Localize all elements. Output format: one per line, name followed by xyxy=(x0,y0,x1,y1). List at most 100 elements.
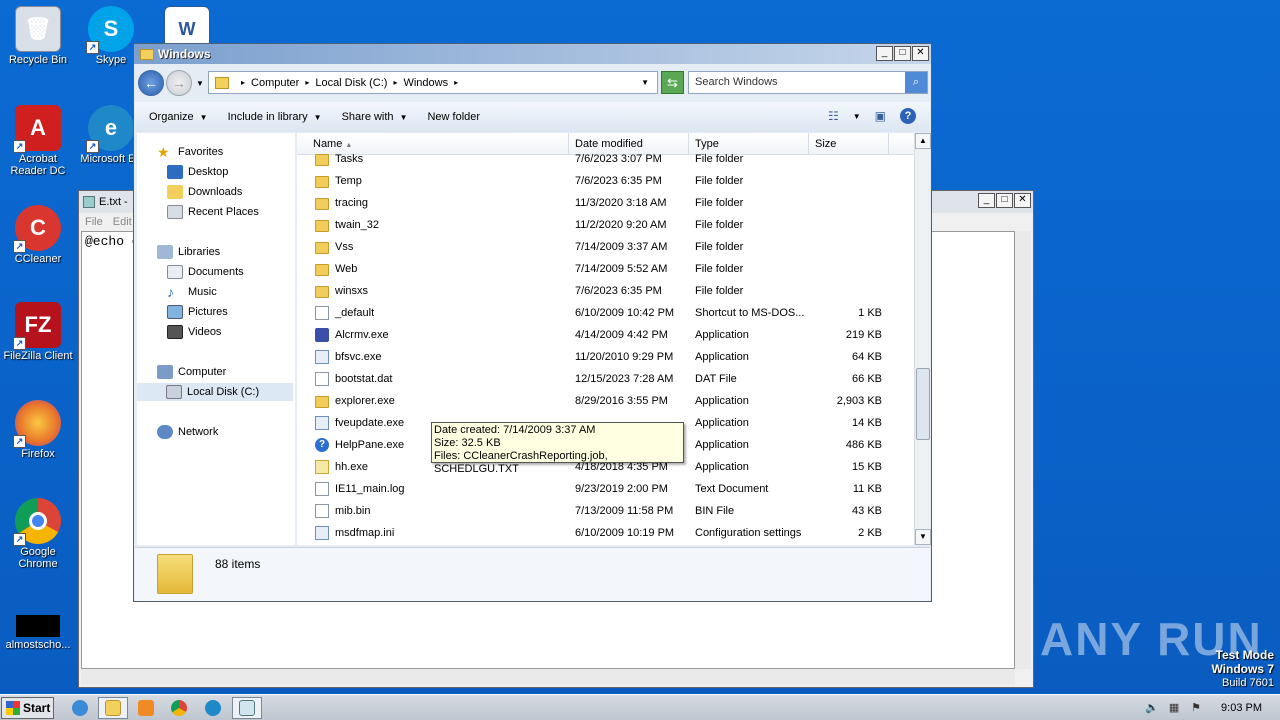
file-name: bootstat.dat xyxy=(335,373,393,385)
file-row[interactable]: Web 7/14/2009 5:52 AM File folder xyxy=(297,259,914,281)
nav-local-disk[interactable]: Local Disk (C:) xyxy=(137,383,293,401)
forward-button[interactable]: → xyxy=(166,70,192,96)
desktop-icon-almostscho[interactable]: almostscho... xyxy=(0,615,76,651)
view-dropdown-icon[interactable]: ▼ xyxy=(853,112,861,121)
refresh-button[interactable]: ⇆ xyxy=(661,71,684,94)
file-row[interactable]: tracing 11/3/2020 3:18 AM File folder xyxy=(297,193,914,215)
file-row[interactable]: winsxs 7/6/2023 6:35 PM File folder xyxy=(297,281,914,303)
scroll-down-button[interactable]: ▼ xyxy=(915,529,931,545)
folder-icon xyxy=(315,220,329,232)
help-icon[interactable]: ? xyxy=(900,108,916,124)
file-row[interactable]: IE11_main.log 9/23/2019 2:00 PM Text Docum… xyxy=(297,479,914,501)
volume-icon[interactable]: 🔈 xyxy=(1145,701,1159,715)
media-player-icon xyxy=(138,700,154,716)
taskbar-explorer[interactable] xyxy=(98,697,128,719)
file-row[interactable]: msdfmap.ini 6/10/2009 10:19 PM Configurati… xyxy=(297,523,914,545)
taskbar-chrome[interactable] xyxy=(164,697,194,719)
file-name: fveupdate.exe xyxy=(335,417,405,429)
nav-videos[interactable]: Videos xyxy=(167,323,221,341)
nav-downloads[interactable]: Downloads xyxy=(167,183,242,201)
nav-network[interactable]: Network xyxy=(157,423,218,441)
maximize-button[interactable]: □ xyxy=(894,46,911,61)
search-icon[interactable]: ⌕ xyxy=(905,72,927,93)
action-center-flag-icon[interactable]: ⚑ xyxy=(1189,701,1203,715)
close-button[interactable]: ✕ xyxy=(1014,193,1031,208)
explorer-window[interactable]: Windows _ □ ✕ ← → ▼ ▸ Computer ▸ Local D… xyxy=(133,43,932,602)
menu-edit[interactable]: Edit xyxy=(113,216,132,228)
new-folder-button[interactable]: New folder xyxy=(427,111,480,123)
desktop-icon-acrobat[interactable]: A ↗ Acrobat Reader DC xyxy=(0,105,76,177)
breadcrumb-windows[interactable]: Windows xyxy=(403,77,448,89)
history-dropdown-icon[interactable]: ▼ xyxy=(196,79,204,88)
desktop-icon-recycle-bin[interactable]: 🗑 Recycle Bin xyxy=(0,6,76,66)
minimize-button[interactable]: _ xyxy=(978,193,995,208)
window-title: Windows xyxy=(158,47,211,61)
taskbar-notepad[interactable] xyxy=(232,697,262,719)
close-button[interactable]: ✕ xyxy=(912,46,929,61)
explorer-titlebar[interactable]: Windows xyxy=(134,44,931,64)
file-list-scrollbar[interactable]: ▲ ▼ xyxy=(914,133,931,545)
preview-pane-icon[interactable]: ▣ xyxy=(875,109,886,123)
scroll-up-button[interactable]: ▲ xyxy=(915,133,931,149)
share-with-button[interactable]: Share with ▼ xyxy=(342,111,408,123)
notepad-vertical-scrollbar[interactable] xyxy=(1015,231,1031,669)
minimize-button[interactable]: _ xyxy=(876,46,893,61)
file-row[interactable]: bfsvc.exe 11/20/2010 9:29 PM Application 64… xyxy=(297,347,914,369)
network-tray-icon[interactable]: ▦ xyxy=(1167,701,1181,715)
address-dropdown-icon[interactable]: ▼ xyxy=(641,78,649,87)
file-icon xyxy=(315,416,329,430)
breadcrumb-local-disk[interactable]: Local Disk (C:) xyxy=(315,77,387,89)
address-bar[interactable]: ▸ Computer ▸ Local Disk (C:) ▸ Windows ▸… xyxy=(208,71,658,94)
scroll-thumb[interactable] xyxy=(916,368,930,440)
file-list[interactable]: Name ▲ Date modified Type Size Tasks 7/6/… xyxy=(297,133,914,545)
star-icon: ★ xyxy=(157,144,170,160)
breadcrumb-computer[interactable]: Computer xyxy=(251,77,299,89)
view-options-icon[interactable]: ☷ xyxy=(828,109,839,123)
nav-computer[interactable]: Computer xyxy=(157,363,226,381)
maximize-button[interactable]: □ xyxy=(996,193,1013,208)
taskbar-edge[interactable] xyxy=(198,697,228,719)
start-button[interactable]: Start xyxy=(1,697,54,719)
explorer-window-controls: _ □ ✕ xyxy=(876,46,929,61)
clock[interactable]: 9:03 PM xyxy=(1221,702,1262,714)
desktop-icon-firefox[interactable]: ↗ Firefox xyxy=(0,400,76,460)
file-row[interactable]: _default 6/10/2009 10:42 PM Shortcut to MS… xyxy=(297,303,914,325)
nav-documents[interactable]: Documents xyxy=(167,263,244,281)
back-button[interactable]: ← xyxy=(138,70,164,96)
file-row[interactable]: twain_32 11/2/2020 9:20 AM File folder xyxy=(297,215,914,237)
file-row[interactable]: Temp 7/6/2023 6:35 PM File folder xyxy=(297,171,914,193)
include-in-library-button[interactable]: Include in library ▼ xyxy=(228,111,322,123)
file-date-modified: 12/15/2023 7:28 AM xyxy=(575,373,674,385)
organize-button[interactable]: Organize ▼ xyxy=(149,111,208,123)
taskbar: Start 🔈 ▦ ⚑ 9:03 PM xyxy=(0,694,1280,720)
taskbar-media-player[interactable] xyxy=(131,697,161,719)
search-input[interactable]: Search Windows ⌕ xyxy=(688,71,928,94)
file-type: Application xyxy=(695,439,749,451)
folder-icon xyxy=(140,48,154,60)
notepad-horizontal-scrollbar[interactable] xyxy=(81,669,1015,685)
desktop-icon-filezilla[interactable]: FZ ↗ FileZilla Client xyxy=(0,302,76,362)
file-row[interactable]: Vss 7/14/2009 3:37 AM File folder xyxy=(297,237,914,259)
desktop-icon-chrome[interactable]: ↗ Google Chrome xyxy=(0,498,76,570)
file-row[interactable]: explorer.exe 8/29/2016 3:55 PM Application… xyxy=(297,391,914,413)
file-row[interactable]: Alcrmv.exe 4/14/2009 4:42 PM Application 21… xyxy=(297,325,914,347)
nav-libraries[interactable]: Libraries xyxy=(157,243,220,261)
desktop-icon-ccleaner[interactable]: C ↗ CCleaner xyxy=(0,205,76,265)
nav-pictures[interactable]: Pictures xyxy=(167,303,228,321)
nav-desktop[interactable]: Desktop xyxy=(167,163,228,181)
edge-icon xyxy=(205,700,221,716)
file-row[interactable]: bootstat.dat 12/15/2023 7:28 AM DAT File 66… xyxy=(297,369,914,391)
test-mode-label: Test Mode Windows 7 Build 7601 xyxy=(1211,648,1274,689)
taskbar-ie[interactable] xyxy=(65,697,95,719)
file-row[interactable]: Tasks 7/6/2023 3:07 PM File folder xyxy=(297,149,914,171)
file-name: Vss xyxy=(335,241,354,253)
nav-favorites[interactable]: ★ Favorites xyxy=(157,143,223,161)
menu-file[interactable]: File xyxy=(85,216,103,228)
nav-music[interactable]: ♪ Music xyxy=(167,283,217,301)
file-type: Application xyxy=(695,461,749,473)
navigation-pane: ★ Favorites Desktop Downloads Recent Plac… xyxy=(137,133,295,545)
nav-recent-places[interactable]: Recent Places xyxy=(167,203,259,221)
file-name: Tasks xyxy=(335,153,364,165)
file-row[interactable]: mib.bin 7/13/2009 11:58 PM BIN File 43 KB xyxy=(297,501,914,523)
file-type: File folder xyxy=(695,241,744,253)
